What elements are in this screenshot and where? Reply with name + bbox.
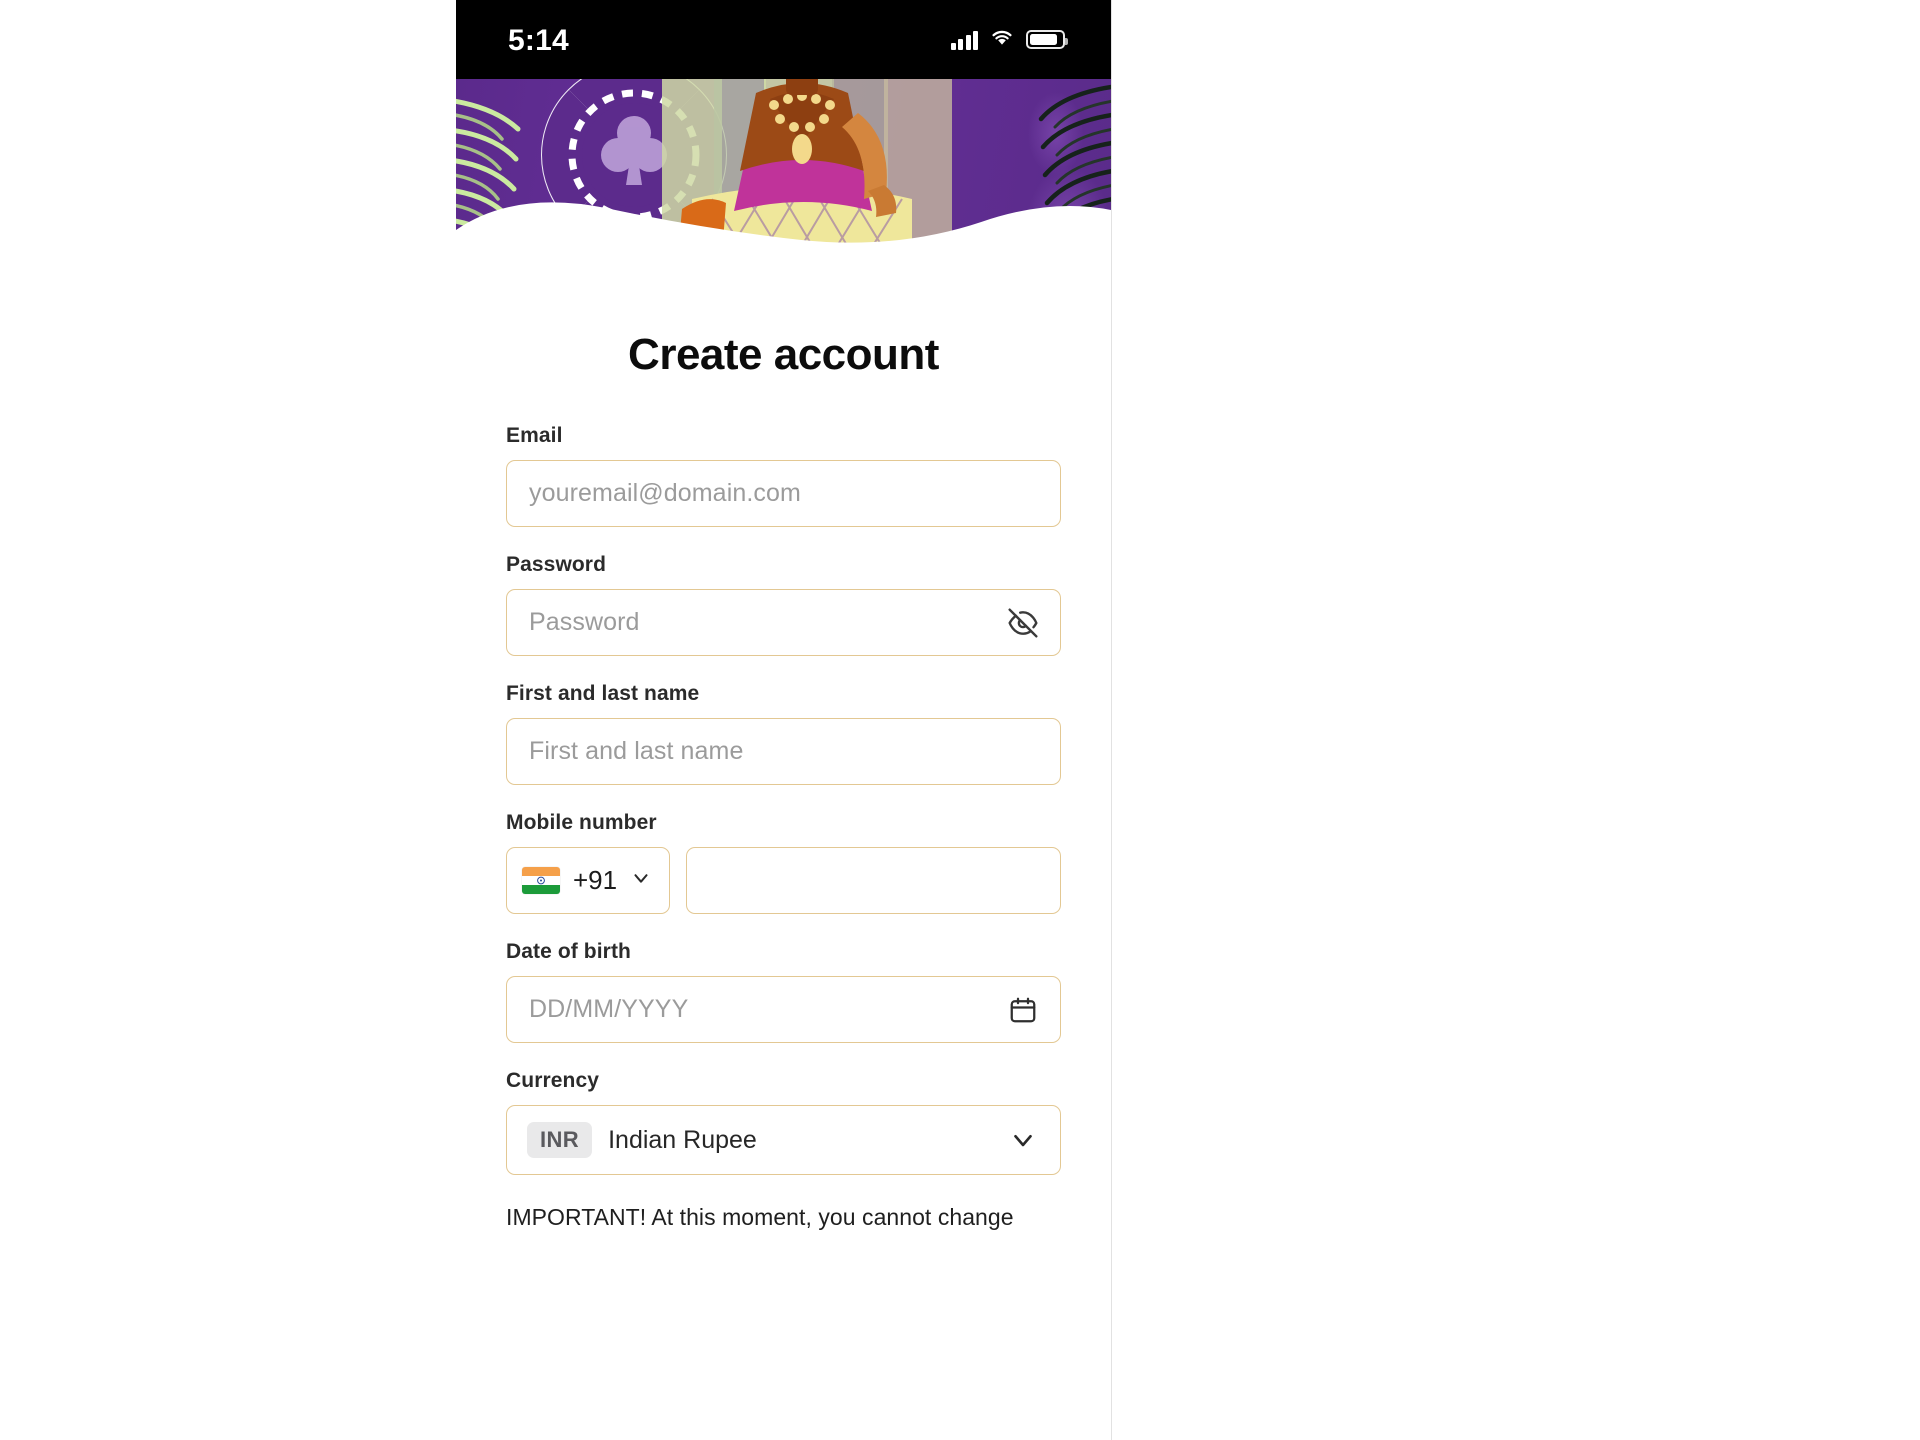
- country-code-selector[interactable]: +91: [506, 847, 670, 914]
- currency-select[interactable]: INR Indian Rupee: [506, 1105, 1061, 1175]
- mobile-number-row: +91: [506, 847, 1061, 914]
- create-account-form: Create account Email youremail@domain.co…: [456, 330, 1111, 1234]
- password-input[interactable]: Password: [506, 589, 1061, 656]
- hero-banner: [456, 79, 1111, 264]
- field-currency: Currency INR Indian Rupee: [506, 1069, 1061, 1175]
- india-flag-icon: [522, 867, 560, 894]
- currency-change-notice: IMPORTANT! At this moment, you cannot ch…: [506, 1204, 1014, 1230]
- currency-code-badge: INR: [527, 1122, 593, 1158]
- full-name-input[interactable]: First and last name: [506, 718, 1061, 785]
- screenshot-canvas: 5:14 Create account Email youremail@doma…: [0, 0, 1920, 1440]
- chevron-down-icon: [630, 867, 652, 894]
- email-placeholder: youremail@domain.com: [529, 479, 801, 507]
- date-of-birth-placeholder: DD/MM/YYYY: [529, 995, 689, 1023]
- field-full-name: First and last name First and last name: [506, 682, 1061, 785]
- field-date-of-birth: Date of birth DD/MM/YYYY: [506, 940, 1061, 1043]
- password-placeholder: Password: [529, 608, 640, 636]
- status-bar: 5:14: [456, 0, 1111, 79]
- email-label: Email: [506, 424, 563, 447]
- eye-off-icon[interactable]: [1006, 606, 1040, 640]
- chevron-down-icon[interactable]: [1006, 1123, 1040, 1157]
- dial-code-value: +91: [573, 865, 618, 895]
- full-name-placeholder: First and last name: [529, 737, 744, 765]
- field-password: Password Password: [506, 553, 1061, 656]
- wifi-icon: [989, 27, 1015, 52]
- calendar-icon[interactable]: [1006, 993, 1040, 1027]
- currency-label: Currency: [506, 1069, 600, 1092]
- cellular-signal-icon: [950, 30, 978, 50]
- mobile-number-label: Mobile number: [506, 811, 657, 834]
- full-name-label: First and last name: [506, 682, 700, 705]
- password-label: Password: [506, 553, 607, 576]
- field-mobile-number: Mobile number +91: [506, 811, 1061, 914]
- page-title: Create account: [628, 330, 939, 379]
- battery-icon: [1026, 30, 1068, 49]
- mobile-number-input[interactable]: [686, 847, 1061, 914]
- currency-name-value: Indian Rupee: [608, 1125, 757, 1154]
- status-bar-icons: [950, 27, 1068, 52]
- field-email: Email youremail@domain.com: [506, 424, 1061, 527]
- hero-wave-divider: [456, 202, 1111, 264]
- date-of-birth-label: Date of birth: [506, 940, 631, 963]
- email-input[interactable]: youremail@domain.com: [506, 460, 1061, 527]
- phone-viewport: 5:14 Create account Email youremail@doma…: [456, 0, 1112, 1440]
- status-bar-clock: 5:14: [508, 23, 569, 57]
- date-of-birth-input[interactable]: DD/MM/YYYY: [506, 976, 1061, 1043]
